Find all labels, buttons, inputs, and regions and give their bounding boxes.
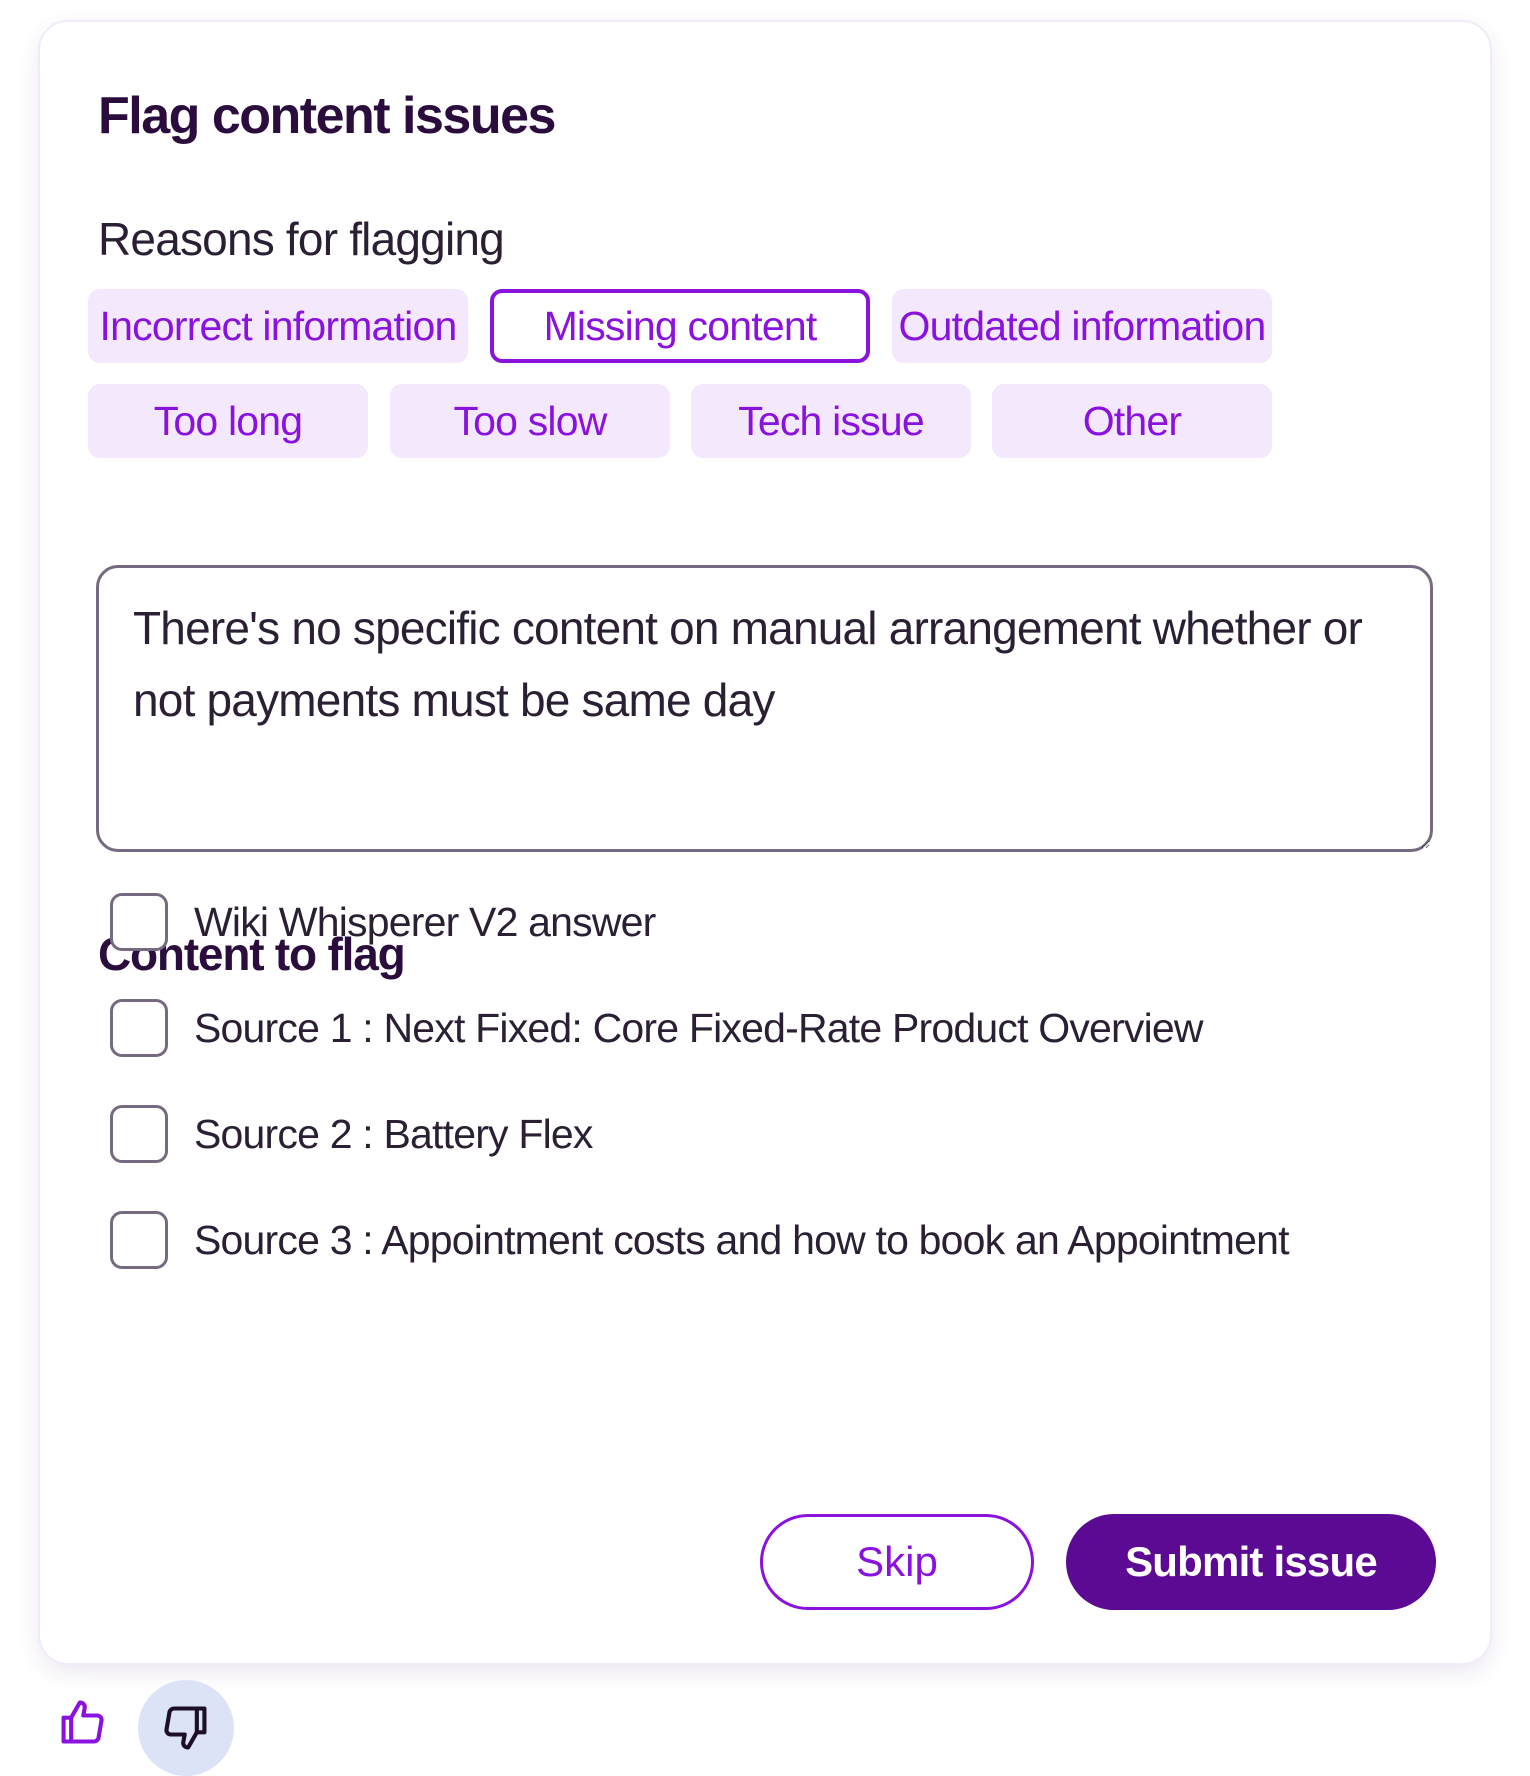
checkbox[interactable] (110, 999, 168, 1057)
flag-item-source-2[interactable]: Source 2 : Battery Flex (110, 1104, 593, 1164)
checkbox[interactable] (110, 1105, 168, 1163)
thumbs-up-button[interactable] (50, 1690, 114, 1754)
thumbs-down-icon (164, 1706, 207, 1750)
flag-item-answer[interactable]: Wiki Whisperer V2 answer (110, 892, 656, 952)
reason-chip-incorrect-information[interactable]: Incorrect information (88, 289, 468, 363)
reasons-label: Reasons for flagging (98, 213, 505, 265)
reason-chip-too-long[interactable]: Too long (88, 384, 368, 458)
thumbs-down-button[interactable] (138, 1680, 234, 1776)
flag-item-label: Source 2 : Battery Flex (194, 1110, 593, 1157)
skip-button[interactable]: Skip (760, 1514, 1034, 1610)
flag-comment-textarea[interactable] (96, 565, 1433, 852)
reason-chip-tech-issue[interactable]: Tech issue (691, 384, 971, 458)
flag-item-label: Wiki Whisperer V2 answer (194, 898, 656, 945)
panel-title: Flag content issues (98, 87, 556, 145)
reason-chip-too-slow[interactable]: Too slow (390, 384, 670, 458)
submit-issue-button[interactable]: Submit issue (1066, 1514, 1436, 1610)
checkbox[interactable] (110, 893, 168, 951)
checkbox[interactable] (110, 1211, 168, 1269)
reason-chip-outdated-information[interactable]: Outdated information (892, 289, 1272, 363)
flag-item-source-1[interactable]: Source 1 : Next Fixed: Core Fixed-Rate P… (110, 998, 1204, 1058)
reason-chip-other[interactable]: Other (992, 384, 1272, 458)
flag-item-label: Source 1 : Next Fixed: Core Fixed-Rate P… (194, 1004, 1204, 1051)
flag-item-label: Source 3 : Appointment costs and how to … (194, 1216, 1290, 1263)
reason-chip-missing-content[interactable]: Missing content (490, 289, 870, 363)
flag-item-source-3[interactable]: Source 3 : Appointment costs and how to … (110, 1210, 1290, 1270)
thumbs-up-icon (61, 1700, 104, 1744)
